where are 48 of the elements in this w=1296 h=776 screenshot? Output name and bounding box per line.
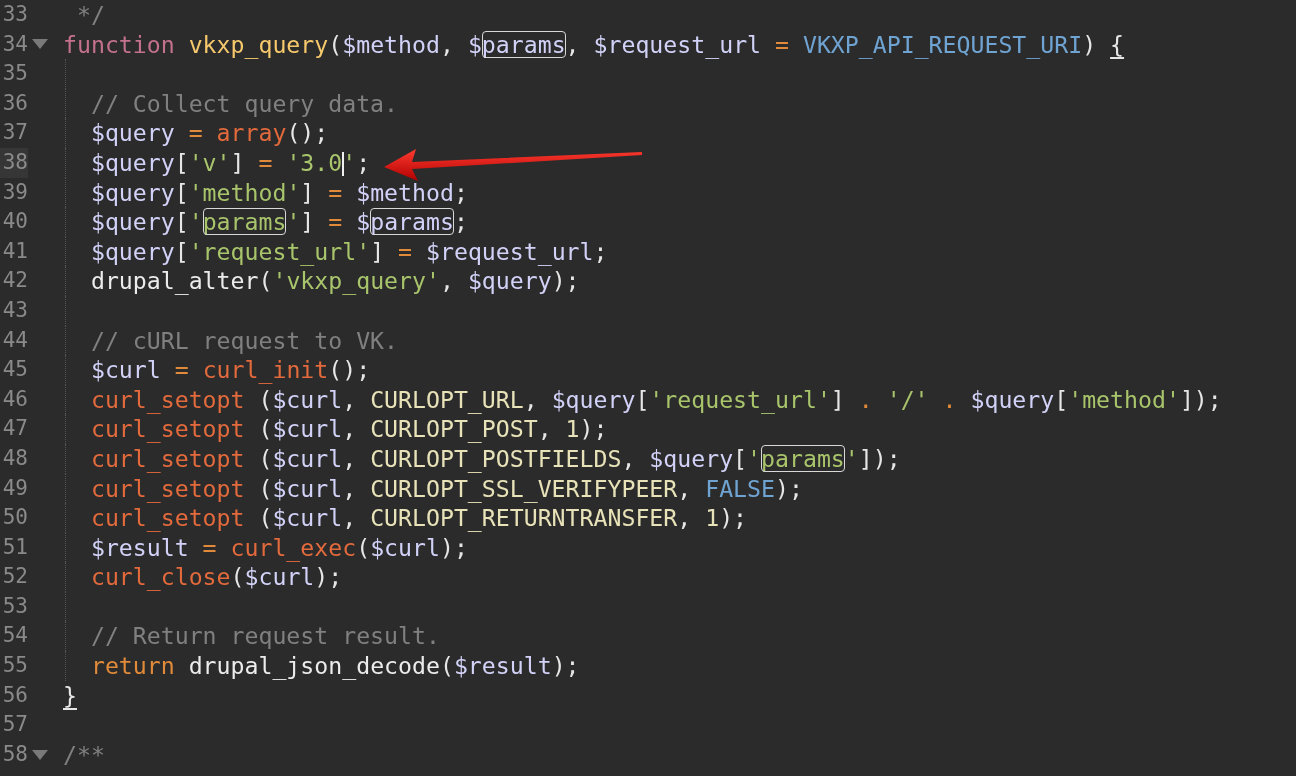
fold-triangle-icon[interactable]	[32, 39, 48, 50]
line-number: 53	[1, 592, 28, 620]
code-line: curl_setopt ($curl, CURLOPT_RETURNTRANSFER, 1);	[65, 503, 1296, 533]
line-number: 43	[1, 296, 28, 324]
code-line: curl_setopt ($curl, CURLOPT_POSTFIELDS, $query['params']);	[65, 443, 1296, 474]
line-number: 48	[1, 444, 28, 472]
code-line: $curl = curl_init();	[65, 355, 1296, 385]
line-number: 56	[1, 681, 28, 709]
code-line: function vkxp_query($method, $params, $request_url = VKXP_API_REQUEST_URI) {	[63, 29, 1126, 60]
line-number: 58	[1, 740, 28, 768]
line-number: 50	[1, 504, 28, 532]
line-number: 40	[1, 208, 28, 236]
code-line: // Collect query data.	[65, 88, 1296, 119]
code-line: }	[63, 680, 78, 711]
line-number: 36	[1, 89, 28, 117]
code-line: curl_setopt ($curl, CURLOPT_URL, $query['request_url'] . '/' . $query['method']);	[65, 384, 1296, 415]
code-line: */	[75, 0, 106, 30]
code-line: /**	[63, 739, 106, 770]
line-number: 46	[1, 385, 28, 413]
line-number: 54	[1, 622, 28, 650]
code-line: // Return request result.	[65, 621, 1296, 652]
line-number: 35	[1, 60, 28, 88]
line-number: 44	[1, 326, 28, 354]
code-line: curl_setopt ($curl, CURLOPT_POST, 1);	[65, 414, 1296, 444]
code-line: $query = array();	[65, 118, 1296, 148]
line-number: 49	[1, 474, 28, 502]
line-number: 51	[1, 533, 28, 561]
line-number: 47	[1, 415, 28, 443]
code-line: curl_close($curl);	[65, 562, 1296, 592]
line-number: 37	[1, 119, 28, 147]
fold-triangle-icon[interactable]	[32, 749, 48, 760]
code-line: $result = curl_exec($curl);	[65, 532, 1296, 563]
line-number: 55	[1, 652, 28, 680]
code-line: // cURL request to VK.	[65, 325, 1296, 356]
line-number: 52	[1, 563, 28, 591]
line-number: 57	[1, 711, 28, 739]
line-number: 41	[1, 237, 28, 265]
line-number: 33	[1, 1, 28, 28]
code-line: return drupal_json_decode($result);	[65, 651, 1296, 681]
line-number: 39	[1, 178, 28, 206]
line-number: 34	[1, 30, 28, 58]
line-number: 42	[1, 267, 28, 295]
code-line: $query['request_url'] = $request_url;	[65, 236, 1296, 267]
code-line: curl_setopt ($curl, CURLOPT_SSL_VERIFYPEER, FALSE);	[65, 473, 1296, 504]
line-number: 38	[0, 147, 28, 178]
line-number: 45	[1, 356, 28, 384]
code-line: $query['params'] = $params;	[65, 207, 1296, 237]
code-line: drupal_alter('vkxp_query', $query);	[65, 266, 1296, 296]
